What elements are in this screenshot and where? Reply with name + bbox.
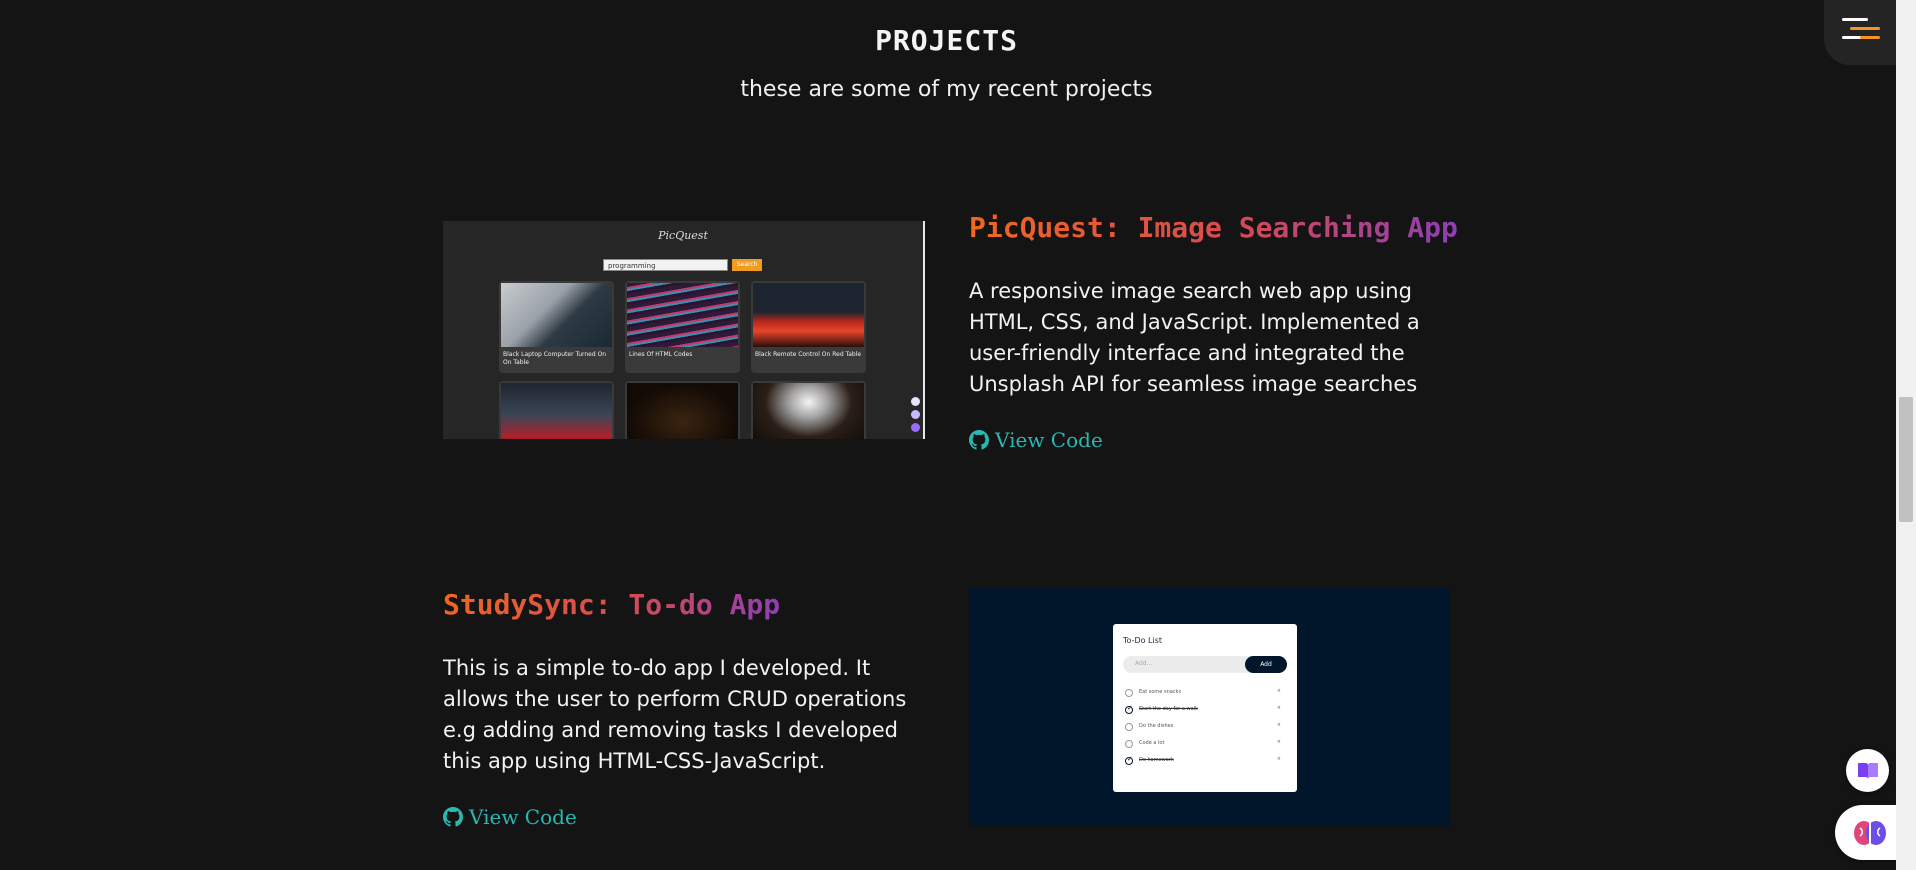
github-icon — [969, 430, 989, 450]
book-icon[interactable] — [1846, 749, 1889, 792]
github-icon — [443, 807, 463, 827]
checked-icon — [1125, 704, 1133, 714]
brain-icon[interactable] — [1835, 805, 1905, 860]
todo-item-text: Code a lot — [1139, 740, 1165, 746]
checked-icon — [1125, 755, 1133, 765]
view-code-link[interactable]: View Code — [443, 805, 577, 829]
close-icon: × — [1276, 688, 1281, 694]
section-subtitle: these are some of my recent projects — [740, 77, 1153, 102]
todo-item: Eat some snacks × — [1125, 688, 1285, 700]
scrollbar-thumb[interactable] — [1899, 397, 1913, 522]
todo-item: Do the dishes × — [1125, 722, 1285, 734]
project-description: This is a simple to-do app I developed. … — [443, 656, 907, 773]
unchecked-icon — [1125, 723, 1133, 731]
todo-add-button: Add — [1245, 656, 1287, 673]
view-code-label: View Code — [469, 805, 577, 829]
section-title: PROJECTS — [875, 24, 1018, 57]
studysync-screenshot: To-Do List Add... Add Eat some snacks×St… — [969, 588, 1450, 826]
picquest-search-input: programming — [603, 259, 728, 271]
todo-item-text: Do the dishes — [1139, 723, 1174, 729]
picquest-card: Lines Of HTML Codes — [625, 281, 740, 373]
picquest-logo: PicQuest — [658, 229, 708, 242]
unchecked-icon — [1125, 689, 1133, 697]
picquest-card: Black Laptop Computer Turned On On Table — [499, 281, 614, 373]
dot-icon — [911, 410, 920, 419]
close-icon: × — [1276, 756, 1281, 762]
dot-icon — [911, 423, 920, 432]
close-icon: × — [1276, 705, 1281, 711]
todo-title: To-Do List — [1123, 636, 1163, 645]
unchecked-icon — [1125, 740, 1133, 748]
project-title: PicQuest: Image Searching App — [969, 211, 1458, 244]
todo-item: Code a lot × — [1125, 739, 1285, 751]
close-icon: × — [1276, 739, 1281, 745]
todo-item-text: Do homework — [1139, 757, 1174, 763]
todo-item-text: Start the day for a walk — [1139, 706, 1198, 712]
picquest-search-button: Search — [732, 259, 762, 271]
todo-item: Start the day for a walk × — [1125, 704, 1285, 717]
picquest-card — [751, 381, 866, 439]
picquest-screenshot: PicQuest programming Search Black Laptop… — [443, 221, 925, 439]
todo-item: Do homework × — [1125, 755, 1285, 768]
picquest-card: Black Remote Control On Red Table — [751, 281, 866, 373]
view-code-label: View Code — [995, 428, 1103, 452]
dot-icon — [911, 397, 920, 406]
todo-item-text: Eat some snacks — [1139, 689, 1182, 695]
picquest-card — [625, 381, 740, 439]
project-title: StudySync: To-do App — [443, 588, 781, 621]
view-code-link[interactable]: View Code — [969, 428, 1103, 452]
close-icon: × — [1276, 722, 1281, 728]
todo-card: To-Do List Add... Add Eat some snacks×St… — [1113, 624, 1297, 792]
project-description: A responsive image search web app using … — [969, 279, 1420, 396]
picquest-card — [499, 381, 614, 439]
hamburger-menu-icon[interactable] — [1824, 0, 1896, 65]
portfolio-page: PROJECTS these are some of my recent pro… — [0, 0, 1905, 870]
